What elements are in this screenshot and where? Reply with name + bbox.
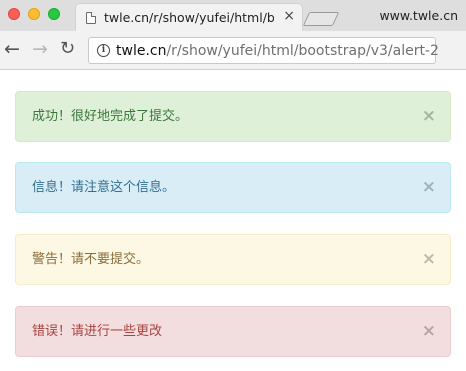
url-text[interactable]: twle.cn/r/show/yufei/html/bootstrap/v3/a… — [116, 43, 439, 59]
window-close-button[interactable] — [8, 8, 20, 20]
url-path: /r/show/yufei/html/bootstrap/v3/alert-2 — [166, 43, 439, 59]
alert-info: 信息！请注意这个信息。 × — [15, 162, 451, 213]
new-tab-button[interactable] — [302, 12, 340, 26]
window-label: www.twle.cn — [379, 8, 458, 23]
alert-success: 成功！很好地完成了提交。 × — [15, 91, 451, 142]
alert-danger: 错误！请进行一些更改 × — [15, 306, 451, 357]
close-icon[interactable]: × — [422, 321, 436, 341]
arrow-left-icon[interactable]: ← — [4, 39, 20, 59]
arrow-right-icon[interactable]: → — [32, 39, 48, 59]
close-icon[interactable]: × — [422, 249, 436, 269]
window-maximize-button[interactable] — [48, 8, 60, 20]
close-icon[interactable]: × — [422, 106, 436, 126]
alert-success-text: 成功！很好地完成了提交。 — [32, 109, 189, 124]
close-icon[interactable]: × — [422, 177, 436, 197]
reload-icon[interactable]: ↻ — [60, 39, 75, 59]
page-content: 成功！很好地完成了提交。 × 信息！请注意这个信息。 × 警告！请不要提交。 ×… — [0, 70, 466, 371]
browser-toolbar: ← → ↻ i twle.cn/r/show/yufei/html/bootst… — [0, 31, 466, 70]
alert-info-text: 信息！请注意这个信息。 — [32, 180, 176, 195]
info-icon[interactable]: i — [97, 44, 110, 57]
alert-danger-text: 错误！请进行一些更改 — [32, 324, 163, 339]
document-icon — [86, 12, 96, 24]
alert-warning-text: 警告！请不要提交。 — [32, 252, 150, 267]
tab-title: twle.cn/r/show/yufei/html/bootstrap/v3/a… — [104, 10, 274, 25]
alert-warning: 警告！请不要提交。 × — [15, 234, 451, 285]
browser-titlebar: twle.cn/r/show/yufei/html/bootstrap/v3/a… — [0, 0, 466, 31]
window-minimize-button[interactable] — [28, 8, 40, 20]
browser-tab-active[interactable]: twle.cn/r/show/yufei/html/bootstrap/v3/a… — [76, 4, 302, 31]
address-bar[interactable]: i twle.cn/r/show/yufei/html/bootstrap/v3… — [88, 37, 439, 64]
url-host: twle.cn — [116, 43, 167, 59]
tab-close-icon[interactable]: × — [283, 8, 295, 24]
